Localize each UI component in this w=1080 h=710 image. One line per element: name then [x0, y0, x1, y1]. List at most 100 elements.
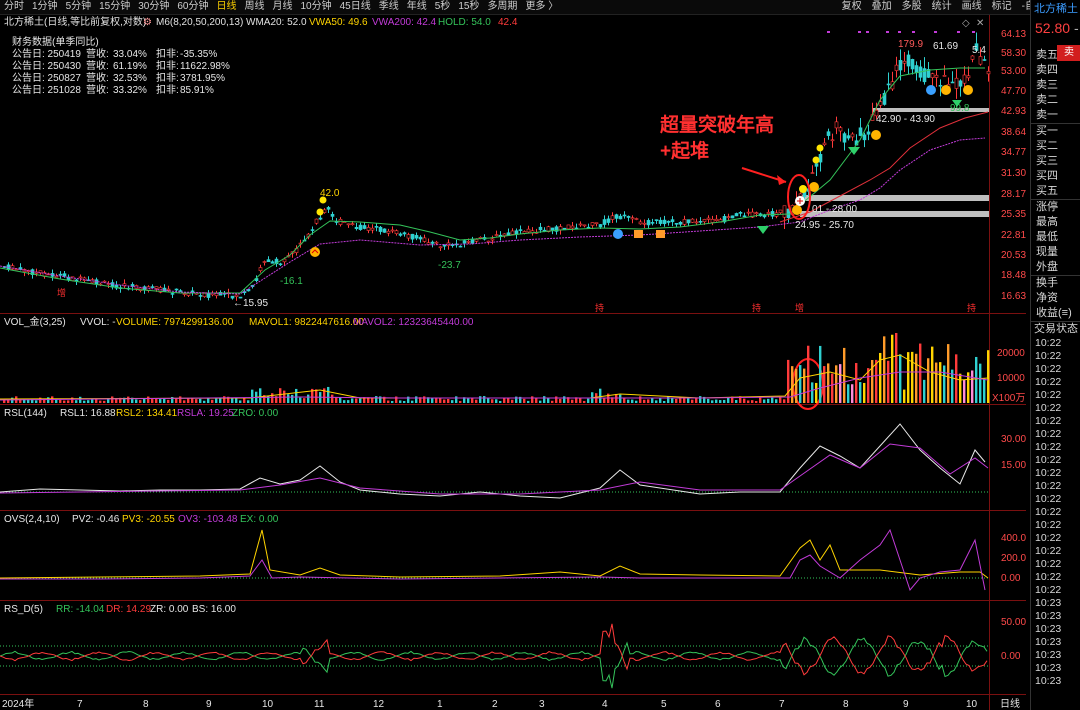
volume-bar: [527, 400, 530, 403]
kline-chart[interactable]: 北方稀土(日线,等比前复权,对数) ⚙ M6(8,20,50,200,13) W…: [0, 15, 1026, 710]
candle-body: [646, 220, 651, 226]
svg-text:12: 12: [373, 699, 385, 710]
candle-body: [706, 217, 711, 220]
candle-body: [374, 226, 379, 228]
volume-bar: [639, 396, 642, 403]
candle-body: [442, 244, 447, 247]
svg-text:25.35: 25.35: [1001, 209, 1026, 220]
volume-bar: [423, 396, 426, 403]
volume-bar: [87, 400, 90, 403]
volume-bar: [179, 396, 182, 403]
draw-button[interactable]: 画线: [957, 0, 987, 14]
svg-text:营收:: 营收:: [86, 83, 109, 96]
period-tab[interactable]: 5秒: [431, 0, 455, 14]
volume-bar: [559, 398, 562, 403]
volume-bar: [635, 400, 638, 403]
svg-text:日线: 日线: [1000, 697, 1020, 710]
volume-bar: [963, 379, 966, 403]
candle-body: [778, 209, 783, 213]
volume-bar: [511, 399, 514, 403]
svg-text:-35.35%: -35.35%: [180, 49, 217, 60]
svg-text:ZR: 0.00: ZR: 0.00: [150, 604, 189, 615]
period-tab[interactable]: 5分钟: [62, 0, 96, 14]
volume-bar: [939, 362, 942, 403]
period-tab[interactable]: 15分钟: [95, 0, 134, 14]
svg-text:61.69: 61.69: [933, 41, 958, 52]
multi-stock-button[interactable]: 多股: [897, 0, 927, 14]
period-tab[interactable]: 周线: [241, 0, 269, 14]
volume-bar: [671, 397, 674, 403]
tick-time: 10:22: [1035, 506, 1062, 518]
fq-button[interactable]: 复权: [837, 0, 867, 14]
candle-body: [834, 121, 839, 129]
svg-text:5.4: 5.4: [972, 45, 986, 56]
svg-text:47.70: 47.70: [1001, 86, 1026, 97]
candle-body: [942, 75, 947, 77]
volume-bar: [147, 396, 150, 403]
svg-text:10: 10: [262, 699, 274, 710]
mark-button[interactable]: 标记: [987, 0, 1017, 14]
candle-body: [726, 216, 731, 218]
svg-text:RSLA: 19.25: RSLA: 19.25: [177, 408, 234, 419]
period-tab[interactable]: 45日线: [336, 0, 375, 14]
volume-bar: [535, 398, 538, 403]
period-tab[interactable]: 月线: [269, 0, 297, 14]
quote-field[interactable]: 收益(≡): [1031, 306, 1080, 321]
candle-body: [582, 224, 587, 227]
candle-body: [382, 228, 387, 233]
candle-body: [702, 219, 707, 223]
volume-bar: [667, 396, 670, 403]
volume-bar: [755, 400, 758, 403]
candle-body: [606, 218, 611, 223]
candle-body: [730, 215, 735, 219]
candle-body: [578, 223, 583, 226]
candlestick-series: [2, 32, 991, 301]
volume-bar: [63, 400, 66, 403]
period-tab[interactable]: 15秒: [454, 0, 483, 14]
tick-time: 10:23: [1035, 636, 1062, 648]
period-tab[interactable]: 30分钟: [134, 0, 173, 14]
svg-text:30.00: 30.00: [1001, 434, 1026, 445]
volume-bar: [223, 396, 226, 403]
volume-bar: [979, 363, 982, 403]
period-tab-active[interactable]: 日线: [213, 0, 241, 14]
volume-bar: [563, 396, 566, 403]
svg-text:01 - 28.00: 01 - 28.00: [812, 204, 857, 215]
candle-body: [826, 131, 831, 136]
candle-body: [878, 101, 883, 106]
overlay-button[interactable]: 叠加: [867, 0, 897, 14]
period-tab[interactable]: 年线: [403, 0, 431, 14]
candle-body: [174, 288, 179, 291]
period-tab[interactable]: 分时: [0, 0, 28, 14]
period-tab[interactable]: 季线: [375, 0, 403, 14]
volume-bar: [187, 398, 190, 403]
rsd-panel: RS_D(5) RR: -14.04 DR: 14.29 ZR: 0.00 BS…: [0, 604, 1026, 689]
period-tab[interactable]: 1分钟: [28, 0, 62, 14]
svg-text:VOLUME: 7974299136.00: VOLUME: 7974299136.00: [116, 317, 234, 328]
candle-body: [438, 246, 443, 249]
tick-time: 10:22: [1035, 402, 1062, 414]
period-tab[interactable]: 60分钟: [173, 0, 212, 14]
candle-body: [894, 64, 899, 71]
sell-badge[interactable]: 卖: [1057, 45, 1080, 61]
svg-text:公告日: 250827: 公告日: 250827: [12, 71, 81, 84]
svg-text:2: 2: [492, 699, 498, 710]
candle-body: [910, 59, 915, 70]
svg-text:扣非:: 扣非:: [156, 59, 179, 72]
tick-time: 10:22: [1035, 350, 1062, 362]
fin-title: 财务数据(单季同比): [12, 35, 99, 48]
period-tab[interactable]: 10分钟: [297, 0, 336, 14]
volume-bar: [99, 400, 102, 403]
candle-body: [714, 218, 719, 222]
svg-text:-23.7: -23.7: [438, 260, 461, 271]
candle-body: [518, 229, 523, 231]
volume-bar: [195, 399, 198, 403]
stats-button[interactable]: 统计: [927, 0, 957, 14]
candle-body: [962, 74, 967, 84]
tick-time: 10:22: [1035, 441, 1062, 453]
volume-bar: [35, 400, 38, 403]
more-periods-tab[interactable]: 更多 〉: [521, 0, 562, 14]
blue-signal-icon: [613, 229, 623, 239]
period-tab[interactable]: 多周期: [483, 0, 521, 14]
volume-bar: [503, 397, 506, 403]
